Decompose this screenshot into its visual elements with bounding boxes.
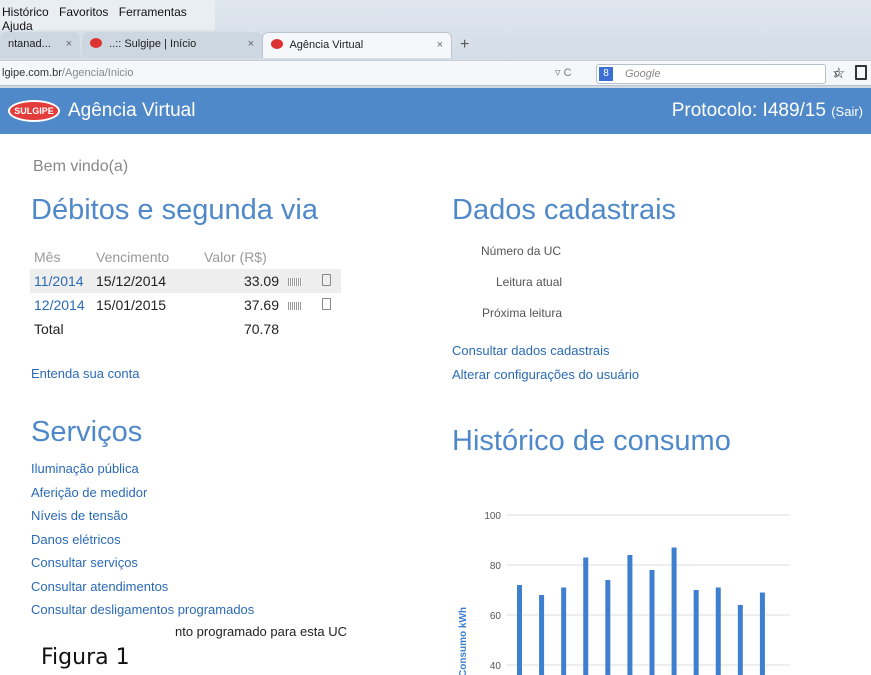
partial-service-text: nto programado para esta UC <box>175 624 347 639</box>
col-valor: Valor (R$) <box>204 249 267 265</box>
bill-month-link[interactable]: 11/2014 <box>34 273 84 289</box>
tab-2-label: ..:: Sulgipe | Início <box>109 38 197 50</box>
consumption-chart: 40 60 80 100 Consumo kWh <box>458 511 790 675</box>
reload-icon[interactable]: ▿ C <box>555 66 572 79</box>
new-tab-icon[interactable]: + <box>460 36 469 54</box>
service-link[interactable]: Níveis de tensão <box>31 508 128 523</box>
bill-due-date: 15/01/2015 <box>96 297 167 313</box>
chart-bar <box>693 590 699 675</box>
table-header: Mês Vencimento Valor (R$) <box>30 245 341 269</box>
close-icon[interactable]: × <box>248 38 254 50</box>
total-value: 70.78 <box>243 321 279 337</box>
chart-bar <box>627 555 633 675</box>
chart-bar <box>539 595 545 675</box>
debitos-table: Mês Vencimento Valor (R$) 11/2014 15/12/… <box>30 245 341 341</box>
bill-due-date: 15/12/2014 <box>96 269 204 293</box>
url-path: /Agencia/Inicio <box>61 67 134 79</box>
close-icon[interactable]: × <box>66 38 72 50</box>
chart-bar <box>517 585 522 675</box>
total-label: Total <box>34 321 64 337</box>
col-mes: Mês <box>34 249 61 265</box>
y-tick-label: 60 <box>490 611 502 622</box>
consultar-dados-link[interactable]: Consultar dados cadastrais <box>452 343 610 358</box>
dados-title: Dados cadastrais <box>452 194 677 226</box>
chart-bar <box>561 587 567 675</box>
service-link[interactable]: Iluminação pública <box>31 461 139 476</box>
url-domain: lgipe.com.br <box>2 67 62 79</box>
table-row: 11/2014 15/12/2014 33.09 <box>30 269 341 293</box>
entenda-conta-link[interactable]: Entenda sua conta <box>31 366 139 381</box>
document-icon[interactable] <box>321 274 331 286</box>
barcode-icon[interactable] <box>288 278 302 286</box>
chart-bar <box>583 557 589 675</box>
service-link[interactable]: Danos elétricos <box>31 532 121 547</box>
menu-favoritos[interactable]: Favoritos <box>59 5 108 19</box>
welcome-text: Bem vindo(a) <box>33 158 129 175</box>
chart-bar <box>649 570 655 675</box>
alterar-config-link[interactable]: Alterar configurações do usuário <box>452 367 639 382</box>
tab-3-active[interactable]: Agência Virtual × <box>262 32 452 58</box>
col-vencimento: Vencimento <box>96 249 170 265</box>
protocol-info: Protocolo: I489/15 (Sair) <box>672 100 863 122</box>
debitos-title: Débitos e segunda via <box>31 194 318 226</box>
menu-ferramentas[interactable]: Ferramentas <box>119 5 187 19</box>
service-link[interactable]: Aferição de medidor <box>31 485 147 500</box>
y-tick-label: 100 <box>484 511 501 522</box>
sulgipe-favicon-icon <box>271 39 283 49</box>
chart-grid: 40 60 80 100 <box>484 511 790 672</box>
bookmark-star-icon[interactable]: ☆ <box>832 64 845 82</box>
document-icon[interactable] <box>321 298 331 310</box>
sulgipe-favicon-icon <box>90 38 102 48</box>
chart-bar <box>605 580 611 675</box>
services-list: Iluminação pública Aferição de medidor N… <box>31 460 254 625</box>
y-tick-label: 40 <box>490 661 502 672</box>
sulgipe-logo: SULGIPE <box>8 100 60 122</box>
y-tick-label: 80 <box>490 561 502 572</box>
tab-1[interactable]: ntanad... × <box>0 32 80 58</box>
tab-1-label: ntanad... <box>8 38 51 50</box>
bookmarks-menu-icon[interactable] <box>855 65 867 80</box>
figure-caption: Figura 1 <box>41 645 130 670</box>
chart-bar <box>737 605 743 675</box>
search-box[interactable]: 8 Google ⌕ <box>596 64 841 84</box>
service-link[interactable]: Consultar desligamentos programados <box>31 602 254 617</box>
menu-bar: Histórico Favoritos Ferramentas Ajuda <box>0 0 215 33</box>
app-title: Agência Virtual <box>68 100 196 121</box>
chart-bar <box>759 592 765 675</box>
google-icon: 8 <box>599 67 613 81</box>
service-link[interactable]: Consultar atendimentos <box>31 579 168 594</box>
tab-3-label: Agência Virtual <box>289 39 364 51</box>
field-proxima-leitura: Próxima leitura <box>482 306 563 320</box>
total-row: Total 70.78 <box>30 317 341 341</box>
browser-chrome: Histórico Favoritos Ferramentas Ajuda nt… <box>0 0 871 88</box>
chart-bar <box>715 587 721 675</box>
url-text[interactable]: lgipe.com.br/Agencia/Inicio <box>2 67 133 79</box>
chart-bar <box>671 547 677 675</box>
chart-bars <box>517 547 765 675</box>
servicos-title: Serviços <box>31 416 143 448</box>
barcode-icon[interactable] <box>288 302 302 310</box>
menu-historico[interactable]: Histórico <box>2 5 49 19</box>
url-bar[interactable]: lgipe.com.br/Agencia/Inicio ▿ C 8 Google… <box>0 60 871 86</box>
tab-2[interactable]: ..:: Sulgipe | Início × <box>82 32 262 58</box>
bill-month-link[interactable]: 12/2014 <box>34 297 85 313</box>
historico-title: Histórico de consumo <box>452 425 731 457</box>
field-leitura-atual: Leitura atual <box>496 275 563 289</box>
service-link[interactable]: Consultar serviços <box>31 555 138 570</box>
tab-strip: ntanad... × ..:: Sulgipe | Início × Agên… <box>0 30 871 58</box>
protocol-text: Protocolo: I489/15 <box>671 100 826 121</box>
app-header: SULGIPE Agência Virtual Protocolo: I489/… <box>0 88 871 134</box>
search-input[interactable]: Google <box>625 68 660 80</box>
close-icon[interactable]: × <box>437 39 443 51</box>
table-row: 12/2014 15/01/2015 37.69 <box>30 293 341 317</box>
bill-value: 33.09 <box>204 269 279 293</box>
logout-link[interactable]: (Sair) <box>831 104 863 119</box>
field-numero-uc: Número da UC <box>481 244 562 258</box>
bill-value: 37.69 <box>243 297 279 313</box>
y-axis-label: Consumo kWh <box>458 607 469 675</box>
